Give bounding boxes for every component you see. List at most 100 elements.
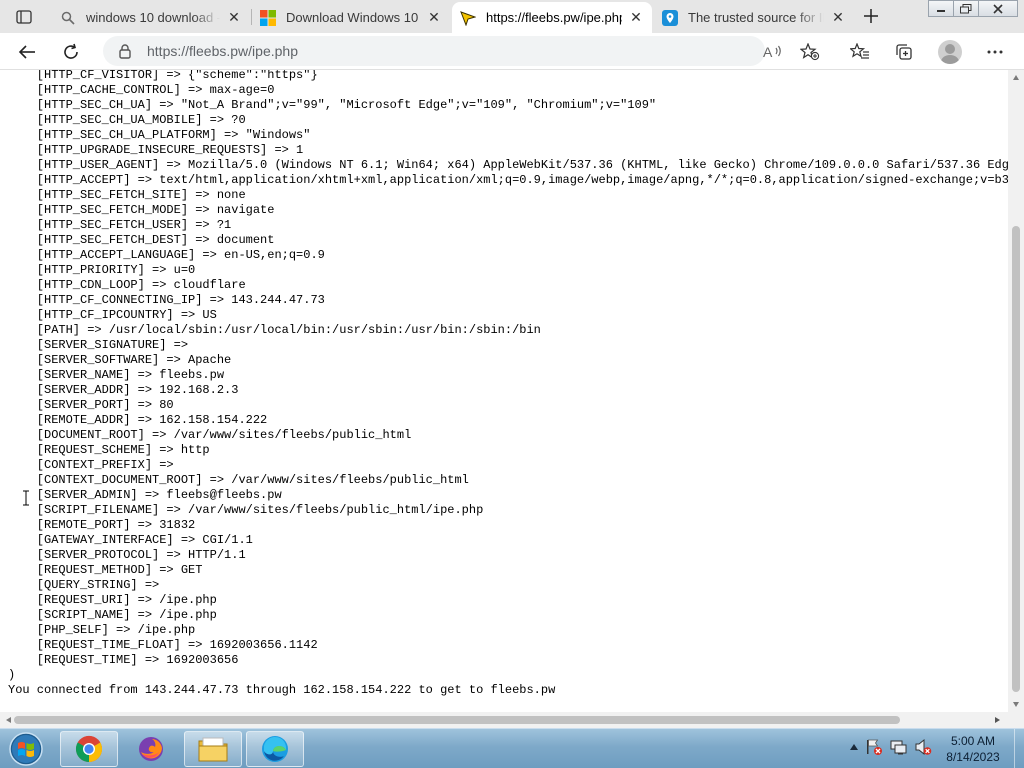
close-tab-icon[interactable]: ✕ [830, 9, 846, 26]
chevron-up-icon [850, 744, 858, 750]
collections-button[interactable] [889, 37, 919, 67]
dump-line: [SERVER_ADDR] => 192.168.2.3 [8, 383, 239, 397]
start-button[interactable] [4, 731, 48, 767]
dump-line: [HTTP_SEC_FETCH_DEST] => document [8, 233, 275, 247]
tab-actions-icon [16, 10, 32, 24]
taskbar-chrome[interactable] [60, 731, 118, 767]
clock-date: 8/14/2023 [946, 750, 1000, 764]
server-variables-dump: [HTTP_CF_VISITOR] => {"scheme":"https"} … [8, 70, 1008, 698]
dump-line: [HTTP_CDN_LOOP] => cloudflare [8, 278, 246, 292]
svg-text:A: A [763, 44, 773, 60]
dump-line: [GATEWAY_INTERFACE] => CGI/1.1 [8, 533, 253, 547]
dump-line: [CONTEXT_DOCUMENT_ROOT] => /var/www/site… [8, 473, 469, 487]
star-add-icon [800, 43, 820, 61]
scroll-up-arrow-icon[interactable] [1012, 74, 1020, 82]
clock-time: 5:00 AM [950, 734, 996, 748]
horizontal-scroll-thumb[interactable] [14, 716, 900, 724]
refresh-icon [64, 43, 78, 59]
restore-button[interactable] [953, 0, 979, 17]
taskbar-firefox[interactable] [122, 731, 180, 767]
system-clock[interactable]: 5:00 AM 8/14/2023 [936, 733, 1010, 765]
dump-line: [HTTP_SEC_FETCH_SITE] => none [8, 188, 246, 202]
tab-title: Download Windows 10 [286, 10, 419, 25]
edge-icon [262, 736, 288, 762]
favorites-list-icon [850, 43, 869, 59]
dump-line: [HTTP_SEC_CH_UA_PLATFORM] => "Windows" [8, 128, 311, 142]
url-input[interactable] [147, 43, 707, 59]
dump-line: [PATH] => /usr/local/sbin:/usr/local/bin… [8, 323, 541, 337]
lock-icon[interactable] [117, 43, 133, 59]
back-button[interactable] [12, 37, 42, 67]
tab-download-windows[interactable]: Download Windows 10 ✕ [252, 2, 450, 33]
dump-line: ) [8, 668, 16, 682]
dump-line: [QUERY_STRING] => [8, 578, 160, 592]
taskbar-edge[interactable] [246, 731, 304, 767]
browser-toolbar: A [0, 33, 1024, 70]
minimize-button[interactable] [928, 0, 954, 17]
dump-line: [HTTP_ACCEPT] => text/html,application/x… [8, 173, 1008, 187]
tab-ip-source[interactable]: The trusted source for IP ✕ [654, 2, 854, 33]
dump-line: [REQUEST_METHOD] => GET [8, 563, 203, 577]
new-tab-button[interactable] [860, 5, 882, 27]
search-icon [60, 10, 76, 26]
dump-line: [SERVER_SOFTWARE] => Apache [8, 353, 232, 367]
read-aloud-button[interactable]: A [758, 37, 788, 67]
close-icon [993, 3, 1003, 14]
action-center-flag-error-icon [867, 739, 882, 755]
dump-line: [SERVER_ADMIN] => fleebs@fleebs.pw [8, 488, 282, 502]
dump-line: [HTTP_SEC_FETCH_MODE] => navigate [8, 203, 275, 217]
location-pin-icon [662, 9, 678, 26]
taskbar: 5:00 AM 8/14/2023 [0, 728, 1024, 768]
volume-tray[interactable] [914, 737, 932, 757]
close-tab-icon[interactable]: ✕ [628, 9, 644, 26]
profile-avatar[interactable] [938, 40, 962, 64]
dump-line: [HTTP_CF_VISITOR] => {"scheme":"https"} [8, 70, 318, 82]
show-desktop-button[interactable] [1014, 729, 1024, 768]
dump-line: [HTTP_SEC_CH_UA] => "Not_A Brand";v="99"… [8, 98, 657, 112]
dump-line: [PHP_SELF] => /ipe.php [8, 623, 196, 637]
tab-title: windows 10 download - S [86, 10, 220, 25]
dump-line: [DOCUMENT_ROOT] => /var/www/sites/fleebs… [8, 428, 412, 442]
horizontal-scrollbar[interactable] [0, 712, 1008, 728]
dump-line: You connected from 143.244.47.73 through… [8, 683, 556, 697]
dump-line: [HTTP_UPGRADE_INSECURE_REQUESTS] => 1 [8, 143, 304, 157]
arrow-left-icon [18, 45, 35, 59]
favorites-button[interactable] [845, 37, 875, 67]
dump-line: [HTTP_CF_IPCOUNTRY] => US [8, 308, 217, 322]
dump-line: [SERVER_PROTOCOL] => HTTP/1.1 [8, 548, 246, 562]
network-icon [890, 740, 907, 755]
restore-icon [960, 3, 972, 13]
dump-line: [SCRIPT_NAME] => /ipe.php [8, 608, 217, 622]
tab-strip: windows 10 download - S ✕ Download Windo… [0, 0, 1024, 33]
speaker-muted-icon [915, 738, 932, 756]
dump-line: [REMOTE_PORT] => 31832 [8, 518, 196, 532]
vertical-scrollbar[interactable] [1008, 70, 1024, 712]
tab-actions-button[interactable] [8, 6, 40, 28]
address-bar[interactable] [103, 36, 765, 66]
tab-fleebs-active[interactable]: https://fleebs.pw/ipe.php ✕ [452, 2, 652, 33]
scroll-down-arrow-icon[interactable] [1012, 700, 1020, 708]
dump-line: [REQUEST_TIME] => 1692003656 [8, 653, 239, 667]
close-tab-icon[interactable]: ✕ [226, 9, 242, 26]
action-center-tray[interactable] [865, 737, 883, 757]
settings-menu-button[interactable] [980, 37, 1010, 67]
close-window-button[interactable] [978, 0, 1018, 17]
refresh-button[interactable] [56, 37, 86, 67]
file-explorer-icon [198, 737, 228, 762]
show-hidden-icons-button[interactable] [845, 737, 863, 757]
taskbar-file-explorer[interactable] [184, 731, 242, 767]
dump-line: [REMOTE_ADDR] => 162.158.154.222 [8, 413, 268, 427]
scrollbar-corner [1008, 712, 1024, 728]
dump-line: [HTTP_SEC_FETCH_USER] => ?1 [8, 218, 232, 232]
scroll-left-arrow-icon[interactable] [4, 716, 12, 724]
read-aloud-icon: A [763, 44, 781, 60]
scroll-right-arrow-icon[interactable] [994, 716, 1002, 724]
tab-search[interactable]: windows 10 download - S ✕ [52, 2, 250, 33]
network-tray[interactable] [890, 737, 908, 757]
dump-line: [REQUEST_URI] => /ipe.php [8, 593, 217, 607]
dump-line: [SERVER_SIGNATURE] => [8, 338, 189, 352]
vertical-scroll-thumb[interactable] [1012, 226, 1020, 692]
add-favorite-button[interactable] [795, 37, 825, 67]
dump-line: [HTTP_SEC_CH_UA_MOBILE] => ?0 [8, 113, 246, 127]
close-tab-icon[interactable]: ✕ [426, 9, 442, 26]
